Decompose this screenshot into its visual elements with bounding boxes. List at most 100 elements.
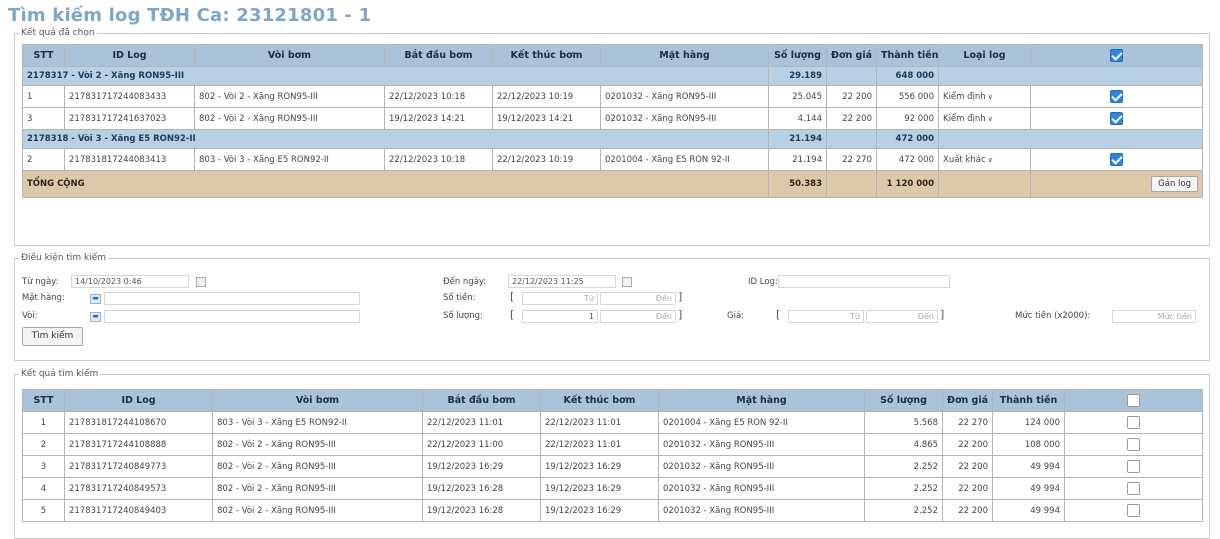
price-cell: 22 270: [826, 148, 877, 171]
stt-cell: 3: [22, 107, 65, 130]
log-type-cell: Kiểm định ∨: [938, 107, 1031, 130]
search-conditions-panel: Điều kiện tìm kiếm: [14, 253, 1210, 361]
select-cell: [1064, 455, 1203, 478]
qty-bracket-open: [: [510, 308, 515, 321]
stt-cell: 5: [22, 499, 65, 522]
pump-cell: 802 - Vòi 2 - Xăng RON95-III: [194, 85, 385, 108]
search-results-table: STT ID Log Vòi bơm Bắt đầu bơm Kết thúc bơm M…: [22, 389, 1203, 522]
level-input[interactable]: Mức tiền: [1112, 310, 1196, 323]
price-cell: 22 200: [942, 433, 993, 456]
qty-cell: 25.045: [768, 85, 827, 108]
select-cell: [1064, 499, 1203, 522]
search-button[interactable]: Tìm kiếm: [22, 327, 83, 346]
select-all-checkbox[interactable]: [1110, 49, 1123, 62]
pump-label: Vòi:: [22, 311, 38, 321]
search-conditions-legend: Điều kiện tìm kiếm: [21, 253, 107, 263]
item-picker-icon[interactable]: ▬: [90, 294, 101, 304]
group-row: 2178318 - Vòi 3 - Xăng E5 RON92-II 21.194…: [22, 129, 1203, 149]
selected-header-4: Kết thúc bơm: [492, 44, 601, 67]
results-header-8: Thành tiền: [992, 389, 1065, 412]
log-type-select[interactable]: Xuất khác ∨: [943, 155, 993, 165]
row-checkbox[interactable]: [1110, 90, 1123, 103]
money-bracket-open: [: [510, 290, 515, 303]
amount-cell: 49 994: [992, 477, 1065, 500]
selected-header-8: Thành tiền: [876, 44, 939, 67]
total-empty: [938, 170, 1031, 198]
search-results-legend: Kết quả tìm kiếm: [21, 369, 99, 379]
log-type-select[interactable]: Kiểm định ∨: [943, 92, 993, 102]
money-label: Số tiền:: [443, 293, 476, 303]
row-checkbox[interactable]: [1127, 416, 1140, 429]
to-date-label: Đến ngày:: [443, 277, 487, 287]
price-bracket-close: ]: [940, 308, 945, 321]
amount-cell: 472 000: [876, 148, 939, 171]
results-header-0: STT: [22, 389, 65, 412]
table-row: 3 217831717240849773 802 - Vòi 2 - Xăng RO…: [22, 455, 1203, 478]
item-input[interactable]: [104, 292, 360, 305]
id-log-cell: 217831817244083413: [64, 148, 195, 171]
money-from-input[interactable]: Từ: [522, 292, 598, 305]
log-type-value: Kiểm định: [943, 91, 986, 102]
total-amount: 1 120 000: [876, 170, 939, 198]
row-checkbox[interactable]: [1127, 438, 1140, 451]
pump-picker-icon[interactable]: ▬: [90, 312, 101, 322]
pump-input[interactable]: [104, 310, 360, 323]
end-cell: 19/12/2023 16:29: [540, 499, 659, 522]
chevron-down-icon: ∨: [987, 114, 993, 123]
qty-to-input[interactable]: Đến: [600, 310, 676, 323]
to-date-calendar-icon[interactable]: [622, 277, 632, 287]
start-cell: 22/12/2023 10:18: [384, 85, 493, 108]
selected-header-checkbox-cell: [1030, 44, 1203, 67]
assign-cell: Gán log: [1030, 170, 1203, 198]
row-checkbox[interactable]: [1110, 112, 1123, 125]
qty-from-input[interactable]: 1: [522, 310, 598, 323]
item-cell: 0201032 - Xăng RON95-III: [658, 455, 865, 478]
end-cell: 22/12/2023 10:19: [492, 85, 601, 108]
from-date-calendar-icon[interactable]: [196, 277, 206, 287]
item-cell: 0201004 - Xăng E5 RON 92-II: [658, 411, 865, 434]
page-title: Tìm kiếm log TĐH Ca: 23121801 - 1: [8, 5, 372, 26]
stt-cell: 4: [22, 477, 65, 500]
results-select-all-checkbox[interactable]: [1127, 394, 1140, 407]
log-type-value: Xuất khác: [943, 154, 986, 165]
pump-cell: 803 - Vòi 3 - Xăng E5 RON92-II: [194, 148, 385, 171]
from-date-input[interactable]: 14/10/2023 0:46: [71, 275, 189, 288]
to-date-input[interactable]: 22/12/2023 11:25: [508, 275, 616, 288]
select-cell: [1064, 477, 1203, 500]
end-cell: 19/12/2023 14:21: [492, 107, 601, 130]
qty-cell: 2.252: [864, 477, 943, 500]
table-row: 4 217831717240849573 802 - Vòi 2 - Xăng RO…: [22, 477, 1203, 500]
price-from-input[interactable]: Từ: [788, 310, 864, 323]
start-cell: 19/12/2023 16:29: [422, 455, 541, 478]
qty-cell: 4.144: [768, 107, 827, 130]
id-log-cell: 217831717240849773: [64, 455, 213, 478]
id-log-input[interactable]: [778, 275, 950, 288]
from-date-label: Từ ngày:: [22, 277, 59, 287]
group-empty: [938, 129, 1203, 149]
price-to-input[interactable]: Đến: [866, 310, 938, 323]
total-row: TỔNG CỘNG 50.383 1 120 000 Gán log: [22, 170, 1203, 198]
selected-header-1: ID Log: [64, 44, 195, 67]
log-type-select[interactable]: Kiểm định ∨: [943, 114, 993, 124]
row-checkbox[interactable]: [1127, 460, 1140, 473]
pump-cell: 802 - Vòi 2 - Xăng RON95-III: [194, 107, 385, 130]
item-cell: 0201032 - Xăng RON95-III: [658, 433, 865, 456]
end-cell: 22/12/2023 11:01: [540, 433, 659, 456]
row-checkbox[interactable]: [1110, 153, 1123, 166]
pump-cell: 802 - Vòi 2 - Xăng RON95-III: [212, 477, 423, 500]
money-to-input[interactable]: Đến: [600, 292, 676, 305]
selected-header-5: Mặt hàng: [600, 44, 769, 67]
table-row: 2 217831817244083413 803 - Vòi 3 - Xăng E5…: [22, 148, 1203, 171]
chevron-down-icon: ∨: [987, 155, 993, 164]
row-checkbox[interactable]: [1127, 482, 1140, 495]
price-bracket-open: [: [776, 308, 781, 321]
chevron-down-icon: ∨: [987, 92, 993, 101]
results-header-7: Đơn giá: [942, 389, 993, 412]
group-label: 2178317 - Vòi 2 - Xăng RON95-III: [22, 66, 769, 86]
row-checkbox[interactable]: [1127, 504, 1140, 517]
qty-bracket-close: ]: [678, 308, 683, 321]
price-cell: 22 200: [942, 477, 993, 500]
assign-log-button[interactable]: Gán log: [1151, 176, 1198, 192]
end-cell: 19/12/2023 16:29: [540, 455, 659, 478]
selected-header-7: Đơn giá: [826, 44, 877, 67]
